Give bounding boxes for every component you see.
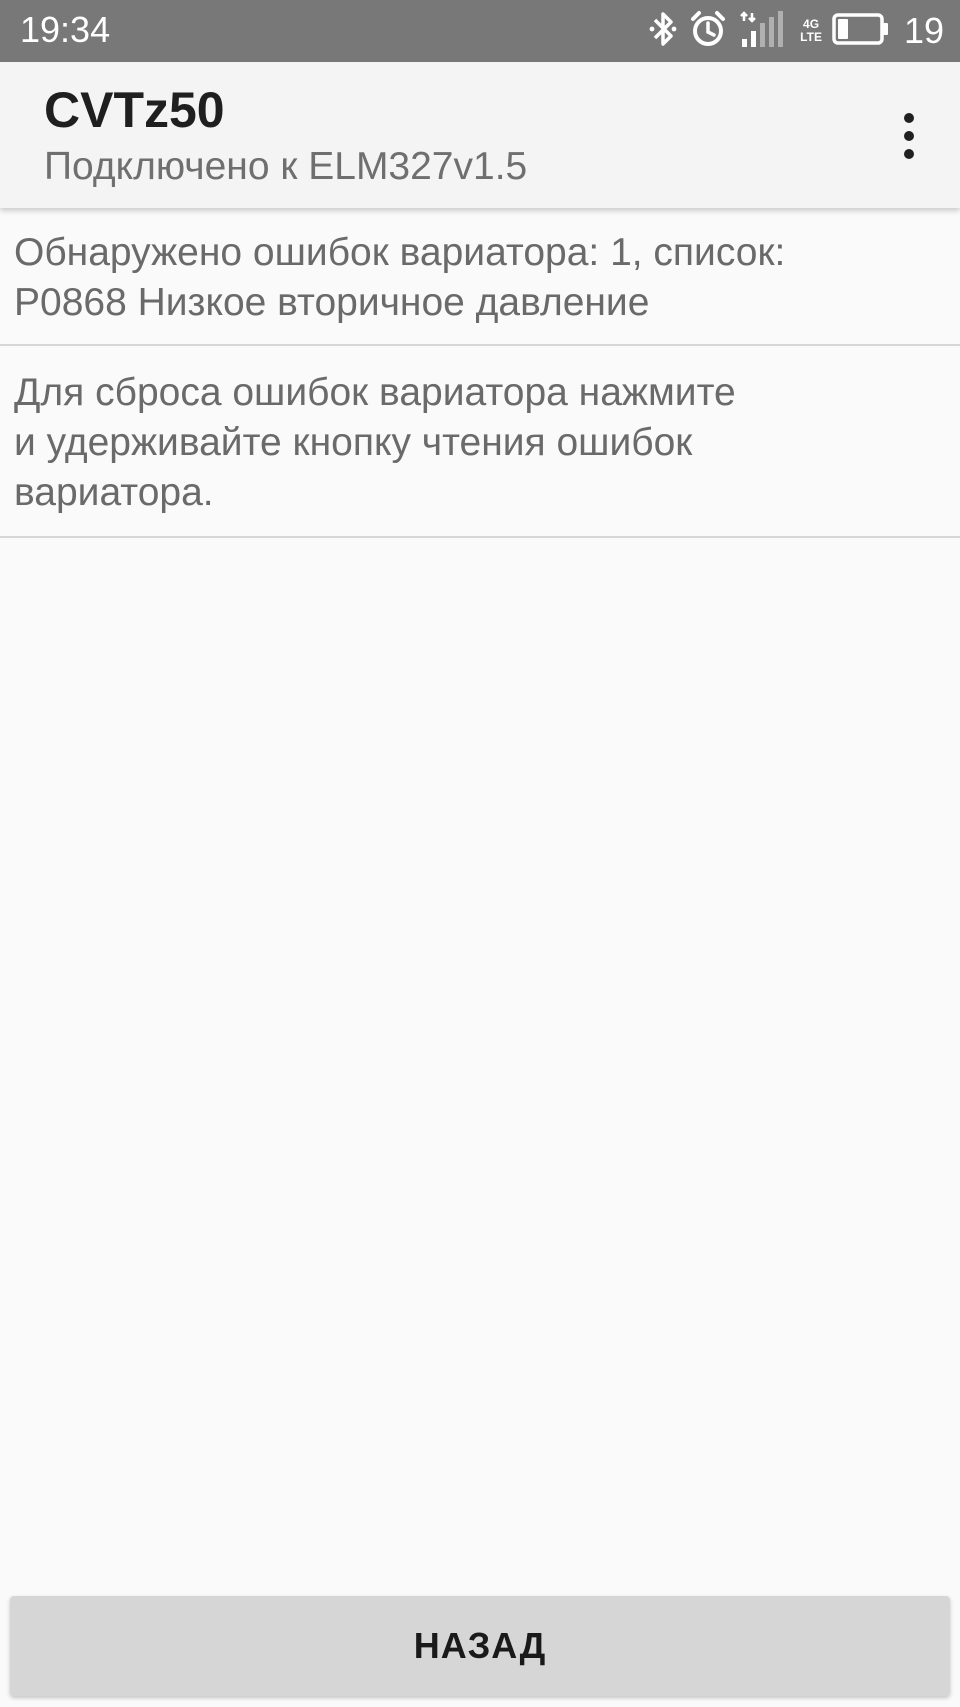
battery-icon xyxy=(832,12,890,51)
signal-icon xyxy=(738,9,790,54)
reset-hint-line: вариатора. xyxy=(14,471,214,514)
back-button[interactable]: НАЗАД xyxy=(10,1596,950,1696)
alarm-icon xyxy=(688,9,728,54)
message-list: Обнаружено ошибок вариатора: 1, список: … xyxy=(0,208,960,538)
bluetooth-icon xyxy=(648,9,678,54)
error-code-text: P0868 Низкое вторичное давление xyxy=(14,281,650,324)
error-report-item: Обнаружено ошибок вариатора: 1, список: … xyxy=(0,208,960,346)
status-time: 19:34 xyxy=(20,9,111,50)
reset-hint-line: Для сброса ошибок вариатора нажмите xyxy=(14,371,736,414)
overflow-dot xyxy=(904,113,914,123)
status-bar: 19:34 4G LTE 19 xyxy=(0,0,960,62)
overflow-dot xyxy=(904,131,914,141)
error-count-text: Обнаружено ошибок вариатора: 1, список: xyxy=(14,231,786,274)
more-vert-icon[interactable] xyxy=(894,106,924,166)
4g-lte-icon: 4G LTE xyxy=(800,18,822,44)
status-icons: 4G LTE 19 xyxy=(648,8,944,54)
reset-hint-line: и удерживайте кнопку чтения ошибок xyxy=(14,421,693,464)
overflow-dot xyxy=(904,149,914,159)
app-title: CVTz50 xyxy=(44,82,225,138)
app-bar: CVTz50 Подключено к ELM327v1.5 xyxy=(0,62,960,208)
reset-hint-item: Для сброса ошибок вариатора нажмите и уд… xyxy=(0,346,960,538)
battery-level: 19 xyxy=(903,10,944,51)
connection-status: Подключено к ELM327v1.5 xyxy=(44,145,528,188)
network-label-bottom: LTE xyxy=(800,30,822,44)
